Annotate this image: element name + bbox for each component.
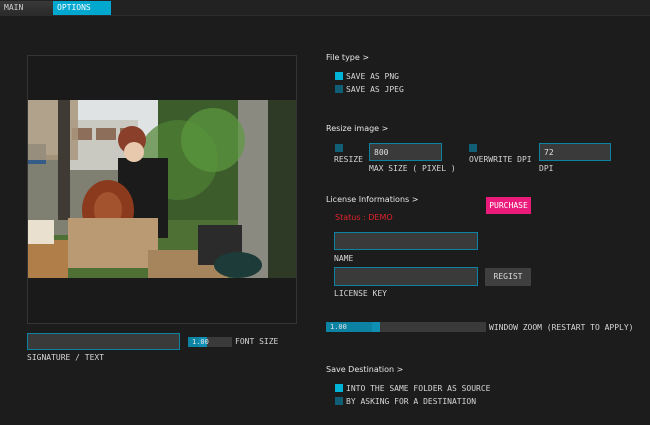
resize-label: RESIZE xyxy=(334,155,363,164)
license-status: Status : DEMO xyxy=(335,213,393,222)
save-destination-heading: Save Destination > xyxy=(326,365,404,374)
file-type-heading: File type > xyxy=(326,53,370,62)
signature-input[interactable] xyxy=(27,333,180,350)
photo-illustration xyxy=(28,100,296,278)
same-folder-checkbox[interactable] xyxy=(335,384,343,392)
license-key-input[interactable] xyxy=(334,267,478,286)
license-heading: License Informations > xyxy=(326,195,419,204)
preview-photo xyxy=(28,100,296,278)
font-size-slider[interactable]: 1.00 xyxy=(188,337,232,347)
same-folder-label: INTO THE SAME FOLDER AS SOURCE xyxy=(346,384,491,393)
save-as-jpeg-label: SAVE AS JPEG xyxy=(346,85,404,94)
tab-divider xyxy=(0,15,650,16)
license-key-label: LICENSE KEY xyxy=(334,289,387,298)
font-size-label: FONT SIZE xyxy=(235,337,279,346)
overwrite-dpi-label: OVERWRITE DPI xyxy=(469,155,532,164)
save-as-png-checkbox[interactable] xyxy=(335,72,343,80)
tab-options[interactable]: OPTIONS xyxy=(53,1,111,15)
ask-destination-checkbox[interactable] xyxy=(335,397,343,405)
name-label: NAME xyxy=(334,254,354,263)
regist-button[interactable]: REGIST xyxy=(485,268,531,286)
resize-checkbox[interactable] xyxy=(335,144,343,152)
dpi-input[interactable] xyxy=(539,143,611,161)
tab-main[interactable]: MAIN xyxy=(0,1,54,15)
image-preview xyxy=(27,55,297,324)
name-input[interactable] xyxy=(334,232,478,250)
signature-label: SIGNATURE / TEXT xyxy=(27,353,105,362)
tab-bar: MAIN OPTIONS xyxy=(0,0,650,16)
window-zoom-slider-knob[interactable] xyxy=(372,322,380,332)
save-as-jpeg-checkbox[interactable] xyxy=(335,85,343,93)
purchase-button[interactable]: PURCHASE xyxy=(486,197,531,214)
max-size-input[interactable] xyxy=(369,143,442,161)
window-zoom-label: WINDOW ZOOM (RESTART TO APPLY) xyxy=(489,323,634,332)
font-size-value: 1.00 xyxy=(192,338,209,346)
resize-image-heading: Resize image > xyxy=(326,124,389,133)
window-zoom-value: 1.00 xyxy=(330,323,347,331)
max-size-label: MAX SIZE ( PIXEL ) xyxy=(369,164,456,173)
window-zoom-slider[interactable]: 1.00 xyxy=(326,322,486,332)
overwrite-dpi-checkbox[interactable] xyxy=(469,144,477,152)
dpi-label: DPI xyxy=(539,164,554,173)
save-as-png-label: SAVE AS PNG xyxy=(346,72,399,81)
ask-destination-label: BY ASKING FOR A DESTINATION xyxy=(346,397,477,406)
